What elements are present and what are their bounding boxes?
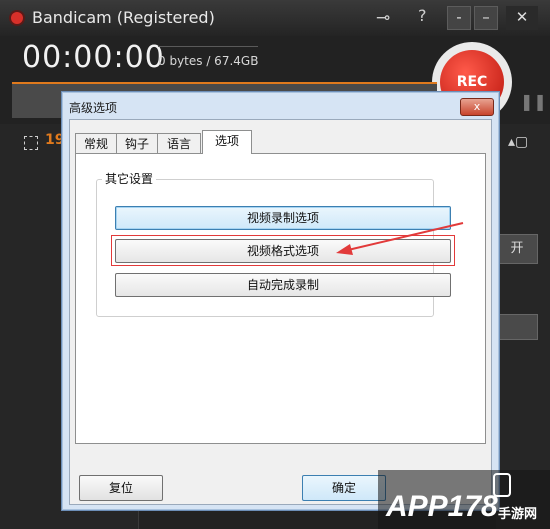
recording-timer: 00:00:00 <box>22 40 165 75</box>
help-icon[interactable]: ? <box>418 6 427 25</box>
dialog-body: 常规 钩子 语言 选项 其它设置 视频录制选项 视频格式选项 自动完成录制 复位… <box>69 119 492 505</box>
screen-select-icon[interactable] <box>24 136 38 150</box>
dialog-close-button[interactable]: x <box>460 98 494 116</box>
open-button[interactable]: 开 <box>496 234 538 264</box>
dialog-title-bar: 高级选项 x <box>62 92 499 118</box>
size-divider <box>158 46 258 47</box>
close-button[interactable]: ✕ <box>506 6 538 30</box>
tab-options[interactable]: 选项 <box>202 130 252 154</box>
menu-button[interactable]: - <box>447 6 471 30</box>
svg-text:手游网: 手游网 <box>498 506 537 522</box>
window-mode-icon[interactable]: ▴▢ <box>508 134 528 150</box>
svg-text:APP178: APP178 <box>385 490 498 523</box>
minimize-button[interactable]: – <box>474 6 498 30</box>
annotation-arrow <box>336 222 464 255</box>
pause-icon[interactable]: ❚❚ <box>520 92 547 111</box>
dialog-title: 高级选项 <box>69 101 118 115</box>
app178-watermark: APP178 手游网 <box>378 470 550 529</box>
secondary-button[interactable] <box>496 314 538 340</box>
key-icon[interactable]: ⊸ <box>376 8 390 28</box>
record-dot-icon <box>11 12 23 24</box>
reset-button[interactable]: 复位 <box>79 475 163 501</box>
app-title: Bandicam (Registered) <box>32 8 215 27</box>
title-bar: Bandicam (Registered) ⊸ ? - – ✕ <box>0 0 550 36</box>
file-size-text: 0 bytes / 67.4GB <box>158 54 259 68</box>
ok-button[interactable]: 确定 <box>302 475 386 501</box>
advanced-options-dialog: 高级选项 x 常规 钩子 语言 选项 其它设置 视频录制选项 视频格式选项 自动… <box>61 91 500 511</box>
